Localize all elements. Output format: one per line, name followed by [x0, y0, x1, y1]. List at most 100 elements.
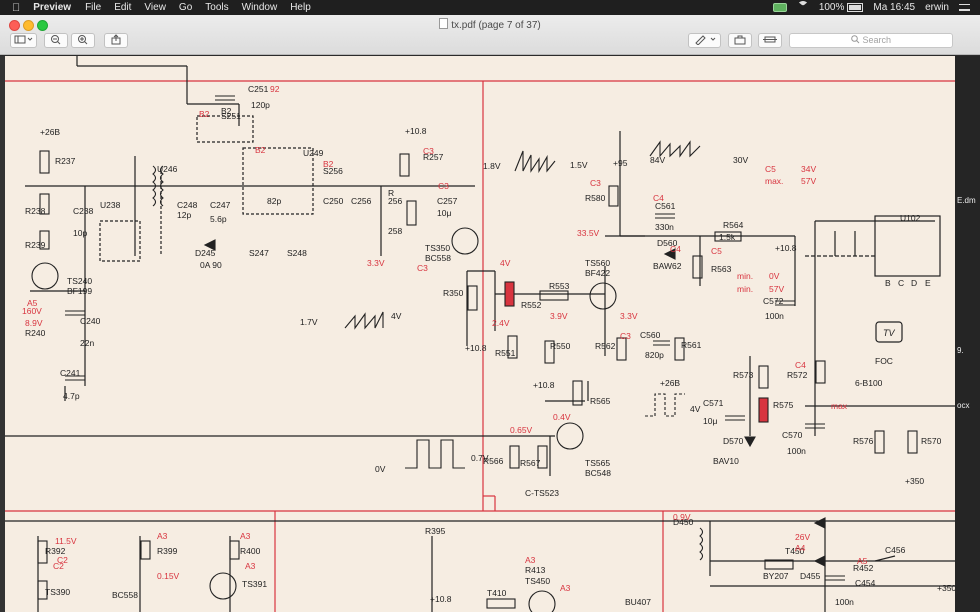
- menu-bar:  Preview File Edit View Go Tools Window…: [0, 0, 980, 15]
- voltage-label: A5: [857, 556, 868, 566]
- menu-edit[interactable]: Edit: [114, 2, 131, 13]
- voltage-label: 3.3V: [367, 258, 385, 268]
- clock[interactable]: Ma 16:45: [873, 2, 915, 13]
- component-label: R564: [723, 220, 744, 230]
- component-label: R237: [55, 156, 76, 166]
- sidebar-icon: [14, 35, 32, 44]
- component-label: +10.8: [775, 243, 797, 253]
- svg-text:TV: TV: [883, 328, 895, 338]
- voltage-label: 0.9V: [673, 512, 691, 522]
- voltage-label: C2: [5, 56, 16, 58]
- component-label: R567: [520, 458, 541, 468]
- battery-status[interactable]: 100%: [819, 2, 864, 13]
- component-label: 22n: [80, 338, 94, 348]
- window-title: tx.pdf (page 7 of 37): [0, 18, 980, 31]
- ellipsis-fragment: 9.: [957, 346, 964, 355]
- component-label: R552: [521, 300, 542, 310]
- menu-file[interactable]: File: [85, 2, 101, 13]
- component-label: 30V: [733, 155, 748, 165]
- component-label: 1.7V: [300, 317, 318, 327]
- toolbox-icon: [734, 35, 746, 45]
- drive-icon[interactable]: [772, 3, 787, 12]
- voltage-label: C4: [670, 244, 681, 254]
- component-label: C: [898, 278, 904, 288]
- markup-toolbar-button[interactable]: [728, 33, 752, 48]
- markup-button[interactable]: [688, 33, 721, 48]
- share-button[interactable]: [104, 33, 128, 48]
- component-label: 1.5V: [570, 160, 588, 170]
- component-label: 1.5k: [719, 232, 736, 242]
- component-label: +10.8: [430, 594, 452, 604]
- component-label: E: [925, 278, 931, 288]
- voltage-label: A3: [245, 561, 256, 571]
- menu-window[interactable]: Window: [242, 2, 278, 13]
- component-label: 100n: [835, 597, 854, 607]
- voltage-label: A3: [560, 583, 571, 593]
- ellipsis-fragment: ocx: [957, 401, 970, 410]
- right-edge: E.dm 9. ocx: [955, 56, 980, 612]
- apple-menu-icon[interactable]: : [12, 2, 20, 14]
- component-label: C251: [248, 84, 269, 94]
- voltage-label: B2: [199, 109, 210, 119]
- pdf-page[interactable]: C251 120p S251 B2 U249 82p S256 C250 C256 C257 10μ…: [5, 56, 955, 612]
- component-label: 100n: [765, 311, 784, 321]
- search-field[interactable]: Search: [789, 33, 953, 48]
- component-label: 4V: [391, 311, 402, 321]
- component-label: BC558: [112, 590, 138, 600]
- component-label: 258: [388, 226, 402, 236]
- menu-go[interactable]: Go: [179, 2, 192, 13]
- component-label: BF199: [67, 286, 92, 296]
- notification-center-icon[interactable]: [959, 4, 970, 11]
- component-label: TS390: [45, 587, 70, 597]
- component-label: C-TS523: [525, 488, 559, 498]
- voltage-label: B2: [255, 145, 266, 155]
- search-placeholder: Search: [862, 35, 892, 45]
- voltage-label: 8.9V: [25, 318, 43, 328]
- wifi-icon[interactable]: [796, 1, 809, 14]
- voltage-label: B2: [323, 159, 334, 169]
- component-label: R395: [425, 526, 446, 536]
- voltage-label: C3: [438, 181, 449, 191]
- voltage-label: C2: [57, 555, 68, 565]
- component-label: R563: [711, 264, 732, 274]
- component-label: C571: [703, 398, 724, 408]
- zoom-in-button[interactable]: [71, 33, 95, 48]
- voltage-label: A3: [525, 555, 536, 565]
- component-label: S248: [287, 248, 307, 258]
- menu-tools[interactable]: Tools: [205, 2, 228, 13]
- component-label: R240: [25, 328, 46, 338]
- menu-help[interactable]: Help: [290, 2, 311, 13]
- menu-view[interactable]: View: [144, 2, 166, 13]
- component-label: 10μ: [703, 416, 717, 426]
- component-label: BC548: [585, 468, 611, 478]
- voltage-label: C3: [590, 178, 601, 188]
- component-label: D: [911, 278, 917, 288]
- component-label: TS391: [242, 579, 267, 589]
- battery-icon: [847, 3, 864, 12]
- voltage-label: 34V: [801, 164, 816, 174]
- component-label: 10p: [73, 228, 87, 238]
- menu-app-name[interactable]: Preview: [33, 2, 71, 13]
- rotate-button[interactable]: [758, 33, 782, 48]
- component-label: R580: [585, 193, 606, 203]
- voltage-label: 2.4V: [492, 318, 510, 328]
- sidebar-toggle-button[interactable]: [10, 33, 37, 48]
- component-label: U246: [157, 164, 178, 174]
- component-label: B2: [221, 106, 232, 116]
- zoom-out-button[interactable]: [44, 33, 68, 48]
- voltage-label: 0V: [769, 271, 780, 281]
- component-label: C250: [323, 196, 344, 206]
- component-label: U249: [303, 148, 324, 158]
- component-label: BF422: [585, 268, 610, 278]
- user-name[interactable]: erwin: [925, 2, 949, 13]
- component-label: R562: [595, 341, 616, 351]
- component-label: R550: [550, 341, 571, 351]
- pen-icon: [694, 35, 715, 46]
- component-label: +10.8: [465, 343, 487, 353]
- component-label: 0A 90: [200, 260, 222, 270]
- component-label: 0V: [375, 464, 386, 474]
- pdf-document-icon: [439, 18, 449, 29]
- component-label: 1.8V: [483, 161, 501, 171]
- schematic-drawing: C251120pS251B2U24982pS256C250 C256 C25710μ…: [5, 56, 955, 612]
- component-label: +350: [937, 583, 955, 593]
